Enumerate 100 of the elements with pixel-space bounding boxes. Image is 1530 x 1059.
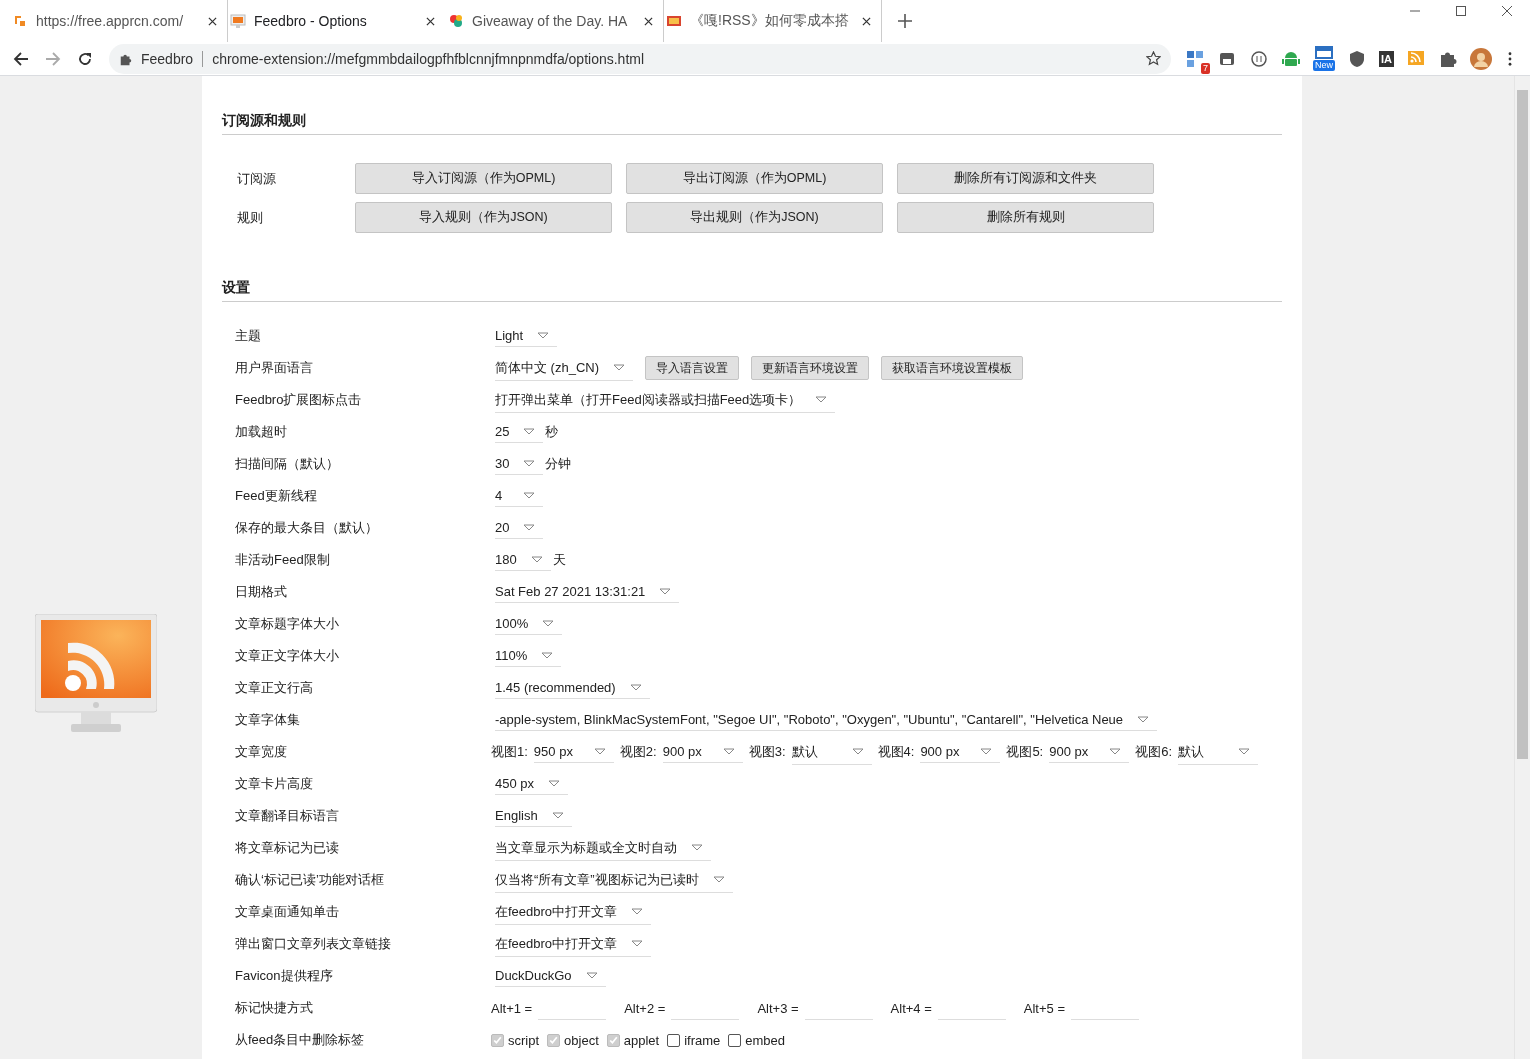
maximize-icon[interactable] xyxy=(1456,6,1466,16)
field-label: Alt+3 = xyxy=(757,1000,799,1016)
dropdown[interactable]: 950 px xyxy=(533,741,614,763)
field-label: Alt+2 = xyxy=(624,1000,666,1016)
field-label: 视图3: xyxy=(748,743,786,761)
setting-label: Favicon提供程序 xyxy=(235,967,334,985)
dropdown-arrow-icon xyxy=(523,524,536,531)
new-tab-icon[interactable] xyxy=(898,14,912,28)
dropdown-arrow-icon xyxy=(1109,748,1122,755)
setting-label: 确认‘标记已读’功能对话框 xyxy=(235,871,385,889)
dropdown[interactable]: Sat Feb 27 2021 13:31:21 xyxy=(495,581,680,603)
dropdown-arrow-icon xyxy=(980,748,993,755)
dropdown[interactable]: Light xyxy=(495,325,558,347)
action-button[interactable]: 导入规则（作为JSON) xyxy=(355,202,612,233)
setting-label: 弹出窗口文章列表文章链接 xyxy=(235,935,392,953)
field-label: 视图4: xyxy=(877,743,915,761)
star-icon[interactable] xyxy=(1146,51,1161,66)
dropdown-arrow-icon xyxy=(851,748,864,755)
scrollbar[interactable] xyxy=(1514,76,1530,1059)
menu-icon[interactable] xyxy=(1508,51,1512,66)
field-label: 视图6: xyxy=(1135,743,1173,761)
picture-icon xyxy=(666,13,682,29)
dropdown-arrow-icon xyxy=(631,940,644,947)
close-icon[interactable] xyxy=(208,16,217,26)
action-button[interactable]: 导入语言设置 xyxy=(645,356,739,380)
dropdown[interactable]: 仅当将“所有文章”视图标记为已读时 xyxy=(495,867,733,893)
avatar-icon[interactable] xyxy=(1470,47,1492,70)
dropdown-arrow-icon xyxy=(722,748,735,755)
dropdown[interactable]: English xyxy=(495,805,572,827)
checkbox[interactable]: iframe xyxy=(667,1032,721,1048)
dropdown[interactable]: 1.45 (recommended) xyxy=(495,677,650,699)
setting-label: Feed更新线程 xyxy=(235,487,318,505)
extension-button[interactable]: IA xyxy=(1379,50,1394,67)
close-icon[interactable] xyxy=(426,16,435,26)
circle-icon[interactable] xyxy=(1249,48,1269,69)
dropdown-arrow-icon xyxy=(551,812,564,819)
action-button[interactable]: 导出规则（作为JSON) xyxy=(626,202,883,233)
tab-title: 《嘎!RSS》如何零成本搭 xyxy=(690,12,850,30)
dropdown-arrow-icon xyxy=(537,332,550,339)
dropdown[interactable]: -apple-system, BlinkMacSystemFont, "Segoe UI", "Roboto", "Oxygen", "Ubuntu", "Cantarell", "Helvetica Neue xyxy=(495,709,1158,731)
dropdown-arrow-icon xyxy=(815,396,828,403)
action-button[interactable]: 删除所有规则 xyxy=(897,202,1154,233)
setting-label: 标记快捷方式 xyxy=(235,999,314,1017)
action-button[interactable]: 更新语言环境设置 xyxy=(751,356,869,380)
dropdown[interactable]: 当文章显示为标题或全文时自动 xyxy=(495,835,711,861)
close-icon[interactable] xyxy=(1502,6,1512,16)
dropdown[interactable]: 110% xyxy=(495,645,562,667)
dropdown[interactable]: 900 px xyxy=(1049,741,1130,763)
dots-icon xyxy=(448,13,464,29)
dropdown-arrow-icon xyxy=(1137,716,1150,723)
dropdown[interactable]: DuckDuckGo xyxy=(495,965,606,987)
action-button[interactable]: 删除所有订阅源和文件夹 xyxy=(897,163,1154,194)
dropdown-arrow-icon xyxy=(548,780,561,787)
window-icon[interactable] xyxy=(1314,46,1334,59)
row-label: 订阅源 xyxy=(237,169,277,188)
setting-label: 扫描间隔（默认） xyxy=(235,455,340,473)
action-button[interactable]: 获取语言环境设置模板 xyxy=(881,356,1023,380)
dropdown[interactable]: 20 xyxy=(495,517,544,539)
dropdown-arrow-icon xyxy=(712,876,725,883)
tab-title: Feedbro - Options xyxy=(254,13,368,29)
badge: 7 xyxy=(1201,62,1210,74)
dropdown[interactable]: 25 xyxy=(495,421,544,443)
dropdown-arrow-icon xyxy=(541,652,554,659)
unit-label: 秒 xyxy=(545,423,559,441)
section-heading: 订阅源和规则 xyxy=(222,106,1282,135)
dropdown[interactable]: 900 px xyxy=(920,741,1001,763)
dropdown[interactable]: 默认 xyxy=(1178,739,1259,765)
grid-icon[interactable] xyxy=(1185,48,1205,69)
field-label: 视图2: xyxy=(619,743,657,761)
dropdown[interactable]: 450 px xyxy=(495,773,569,795)
tab-title: https://free.apprcn.com/ xyxy=(36,13,185,29)
checkbox[interactable]: embed xyxy=(728,1032,786,1048)
dropdown[interactable]: 在feedbro中打开文章 xyxy=(495,931,652,957)
address-bar[interactable]: Feedbro chrome-extension://mefgmmbdailogpfhfblcnnjfmnpnmdfa/options.html xyxy=(109,43,1171,74)
app-logo-icon xyxy=(12,13,28,29)
setting-label: 文章正文字体大小 xyxy=(235,647,340,665)
dropdown[interactable]: 100% xyxy=(495,613,563,635)
back-arrow-icon[interactable] xyxy=(13,50,29,67)
close-icon[interactable] xyxy=(644,16,653,26)
dropdown[interactable]: 简体中文 (zh_CN) xyxy=(495,355,633,381)
close-icon[interactable] xyxy=(862,16,871,26)
setting-label: 文章宽度 xyxy=(235,743,288,761)
shield-icon[interactable] xyxy=(1347,48,1367,69)
field-label: Alt+4 = xyxy=(890,1000,932,1016)
dropdown[interactable]: 30 xyxy=(495,453,544,475)
action-button[interactable]: 导入订阅源（作为OPML) xyxy=(355,163,612,194)
reload-icon[interactable] xyxy=(77,50,93,67)
setting-label: 保存的最大条目（默认） xyxy=(235,519,379,537)
dropdown[interactable]: 在feedbro中打开文章 xyxy=(495,899,652,925)
dropdown[interactable]: 4 xyxy=(495,485,543,507)
dropdown[interactable]: 默认 xyxy=(791,739,872,765)
unit-label: 天 xyxy=(552,551,566,569)
action-button[interactable]: 导出订阅源（作为OPML) xyxy=(626,163,883,194)
dropdown[interactable]: 900 px xyxy=(662,741,743,763)
dropdown[interactable]: 打开弹出菜单（打开Feed阅读器或扫描Feed选项卡） xyxy=(495,387,836,413)
dropdown-arrow-icon xyxy=(542,620,555,627)
setting-label: 文章桌面通知单击 xyxy=(235,903,340,921)
dropdown[interactable]: 180 xyxy=(495,549,551,571)
check-icon xyxy=(607,1034,619,1046)
browser-tab[interactable]: 《嘎!RSS》如何零成本搭 xyxy=(664,0,882,42)
